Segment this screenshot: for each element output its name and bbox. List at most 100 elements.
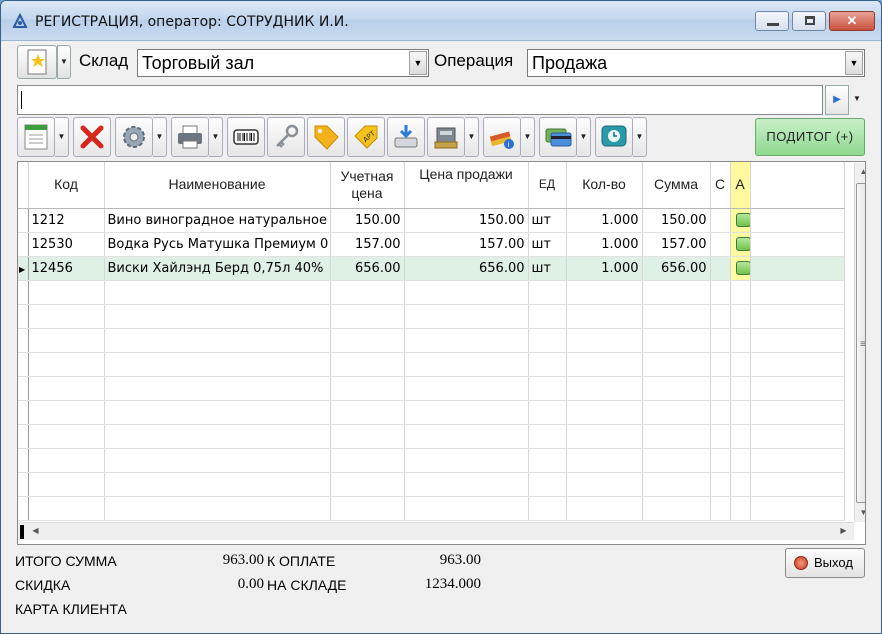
- column-header-sum[interactable]: Сумма: [642, 162, 711, 209]
- key-button[interactable]: [267, 117, 305, 157]
- chevron-down-icon[interactable]: ▼: [409, 51, 427, 75]
- exit-button[interactable]: Выход: [785, 548, 865, 578]
- cell-cost[interactable]: 157.00: [330, 232, 405, 257]
- sales-grid[interactable]: Код Наименование Учетная цена Цена прода…: [17, 161, 866, 545]
- cell-unit[interactable]: шт: [528, 208, 567, 233]
- cell-price[interactable]: 150.00: [404, 208, 529, 233]
- close-icon: ✕: [846, 13, 858, 28]
- print-button[interactable]: [171, 117, 209, 157]
- cell-name[interactable]: Виски Хайлэнд Берд 0,75л 40%: [104, 256, 331, 281]
- new-document-button[interactable]: [17, 45, 57, 79]
- column-header-c[interactable]: С: [710, 162, 731, 209]
- cell-cost[interactable]: 150.00: [330, 208, 405, 233]
- command-go-button[interactable]: ▶: [825, 85, 849, 115]
- column-header-cost[interactable]: Учетная цена: [330, 162, 405, 209]
- cell-name[interactable]: Вино виноградное натуральное: [104, 208, 331, 233]
- card-payment-dropdown[interactable]: ▼: [577, 117, 591, 157]
- table-row[interactable]: 1212 Вино виноградное натуральное 150.00…: [18, 208, 845, 233]
- scroll-left-icon[interactable]: ◀: [28, 523, 43, 539]
- exit-icon: [794, 556, 808, 570]
- a-checkbox[interactable]: [735, 261, 749, 275]
- scanner-button[interactable]: [387, 117, 425, 157]
- barcode-button[interactable]: [227, 117, 265, 157]
- cash-register-icon: [434, 127, 458, 149]
- vertical-scroll-thumb[interactable]: ≡: [856, 183, 865, 503]
- registration-window: РЕГИСТРАЦИЯ, оператор: СОТРУДНИК И.И. ✕ …: [0, 0, 882, 634]
- timer-dropdown[interactable]: ▼: [633, 117, 647, 157]
- a-checkbox[interactable]: [735, 237, 749, 251]
- cell-c[interactable]: [710, 208, 731, 233]
- cell-code[interactable]: 1212: [28, 208, 105, 233]
- stock-label: НА СКЛАДЕ: [267, 577, 347, 593]
- cell-unit[interactable]: шт: [528, 232, 567, 257]
- cell-price[interactable]: 157.00: [404, 232, 529, 257]
- empty-row: [18, 472, 845, 497]
- maximize-icon: [805, 16, 815, 25]
- minimize-button[interactable]: [755, 11, 789, 31]
- row-indicator[interactable]: ▶: [18, 256, 29, 281]
- cell-sum[interactable]: 150.00: [642, 208, 711, 233]
- scroll-up-icon[interactable]: ▲: [856, 164, 865, 180]
- cell-a[interactable]: [730, 208, 751, 233]
- catalog-info-dropdown[interactable]: ▼: [521, 117, 535, 157]
- column-header-code[interactable]: Код: [28, 162, 105, 209]
- app-icon: [12, 12, 28, 28]
- column-header-a[interactable]: А: [730, 162, 751, 209]
- cash-register-button[interactable]: [427, 117, 465, 157]
- title-bar[interactable]: РЕГИСТРАЦИЯ, оператор: СОТРУДНИК И.И. ✕: [1, 1, 881, 41]
- print-dropdown[interactable]: ▼: [209, 117, 223, 157]
- key-icon: [276, 124, 299, 148]
- cell-code[interactable]: 12530: [28, 232, 105, 257]
- cash-register-dropdown[interactable]: ▼: [465, 117, 479, 157]
- vertical-scrollbar[interactable]: ▲ ≡ ▼: [854, 163, 865, 522]
- row-indicator[interactable]: [18, 232, 29, 257]
- scroll-down-icon[interactable]: ▼: [856, 505, 865, 521]
- books-info-icon: i: [489, 131, 514, 149]
- command-dropdown[interactable]: ▼: [849, 85, 865, 115]
- cell-code[interactable]: 12456: [28, 256, 105, 281]
- operation-select[interactable]: Продажа ▼: [527, 49, 865, 77]
- cell-price[interactable]: 656.00: [404, 256, 529, 281]
- subtotal-button[interactable]: ПОДИТОГ (+): [755, 118, 865, 156]
- new-document-dropdown[interactable]: ▼: [57, 45, 71, 79]
- timer-button[interactable]: [595, 117, 633, 157]
- horizontal-scroll-thumb[interactable]: [20, 525, 24, 539]
- document-list-dropdown[interactable]: ▼: [55, 117, 69, 157]
- delete-button[interactable]: [73, 117, 111, 157]
- cell-a[interactable]: [730, 232, 751, 257]
- cell-c[interactable]: [710, 256, 731, 281]
- column-header-qty[interactable]: Кол-во: [566, 162, 643, 209]
- row-indicator[interactable]: [18, 208, 29, 233]
- cell-name[interactable]: Водка Русь Матушка Премиум 0: [104, 232, 331, 257]
- column-header-unit[interactable]: ЕД: [528, 162, 567, 209]
- column-header-price[interactable]: Цена продажи: [404, 162, 529, 209]
- catalog-info-button[interactable]: i: [483, 117, 521, 157]
- document-list-button[interactable]: [17, 117, 55, 157]
- article-button[interactable]: АРТ: [347, 117, 385, 157]
- cell-sum[interactable]: 656.00: [642, 256, 711, 281]
- text-caret: [21, 91, 22, 109]
- horizontal-scrollbar[interactable]: ◀ ▶: [18, 522, 854, 540]
- cell-sum[interactable]: 157.00: [642, 232, 711, 257]
- cell-unit[interactable]: шт: [528, 256, 567, 281]
- cell-cost[interactable]: 656.00: [330, 256, 405, 281]
- card-payment-button[interactable]: [539, 117, 577, 157]
- cell-qty[interactable]: 1.000: [566, 232, 643, 257]
- warehouse-select[interactable]: Торговый зал ▼: [137, 49, 429, 77]
- settings-button[interactable]: [115, 117, 153, 157]
- scroll-right-icon[interactable]: ▶: [836, 523, 851, 539]
- chevron-down-icon[interactable]: ▼: [845, 51, 863, 75]
- maximize-button[interactable]: [792, 11, 826, 31]
- cell-qty[interactable]: 1.000: [566, 256, 643, 281]
- table-row-selected[interactable]: ▶ 12456 Виски Хайлэнд Берд 0,75л 40% 656…: [18, 256, 845, 281]
- settings-dropdown[interactable]: ▼: [153, 117, 167, 157]
- price-tag-button[interactable]: [307, 117, 345, 157]
- close-button[interactable]: ✕: [829, 11, 875, 31]
- cell-c[interactable]: [710, 232, 731, 257]
- table-row[interactable]: 12530 Водка Русь Матушка Премиум 0 157.0…: [18, 232, 845, 257]
- cell-qty[interactable]: 1.000: [566, 208, 643, 233]
- command-input[interactable]: [17, 85, 823, 115]
- cell-a[interactable]: [730, 256, 751, 281]
- a-checkbox[interactable]: [735, 213, 749, 227]
- column-header-name[interactable]: Наименование: [104, 162, 331, 209]
